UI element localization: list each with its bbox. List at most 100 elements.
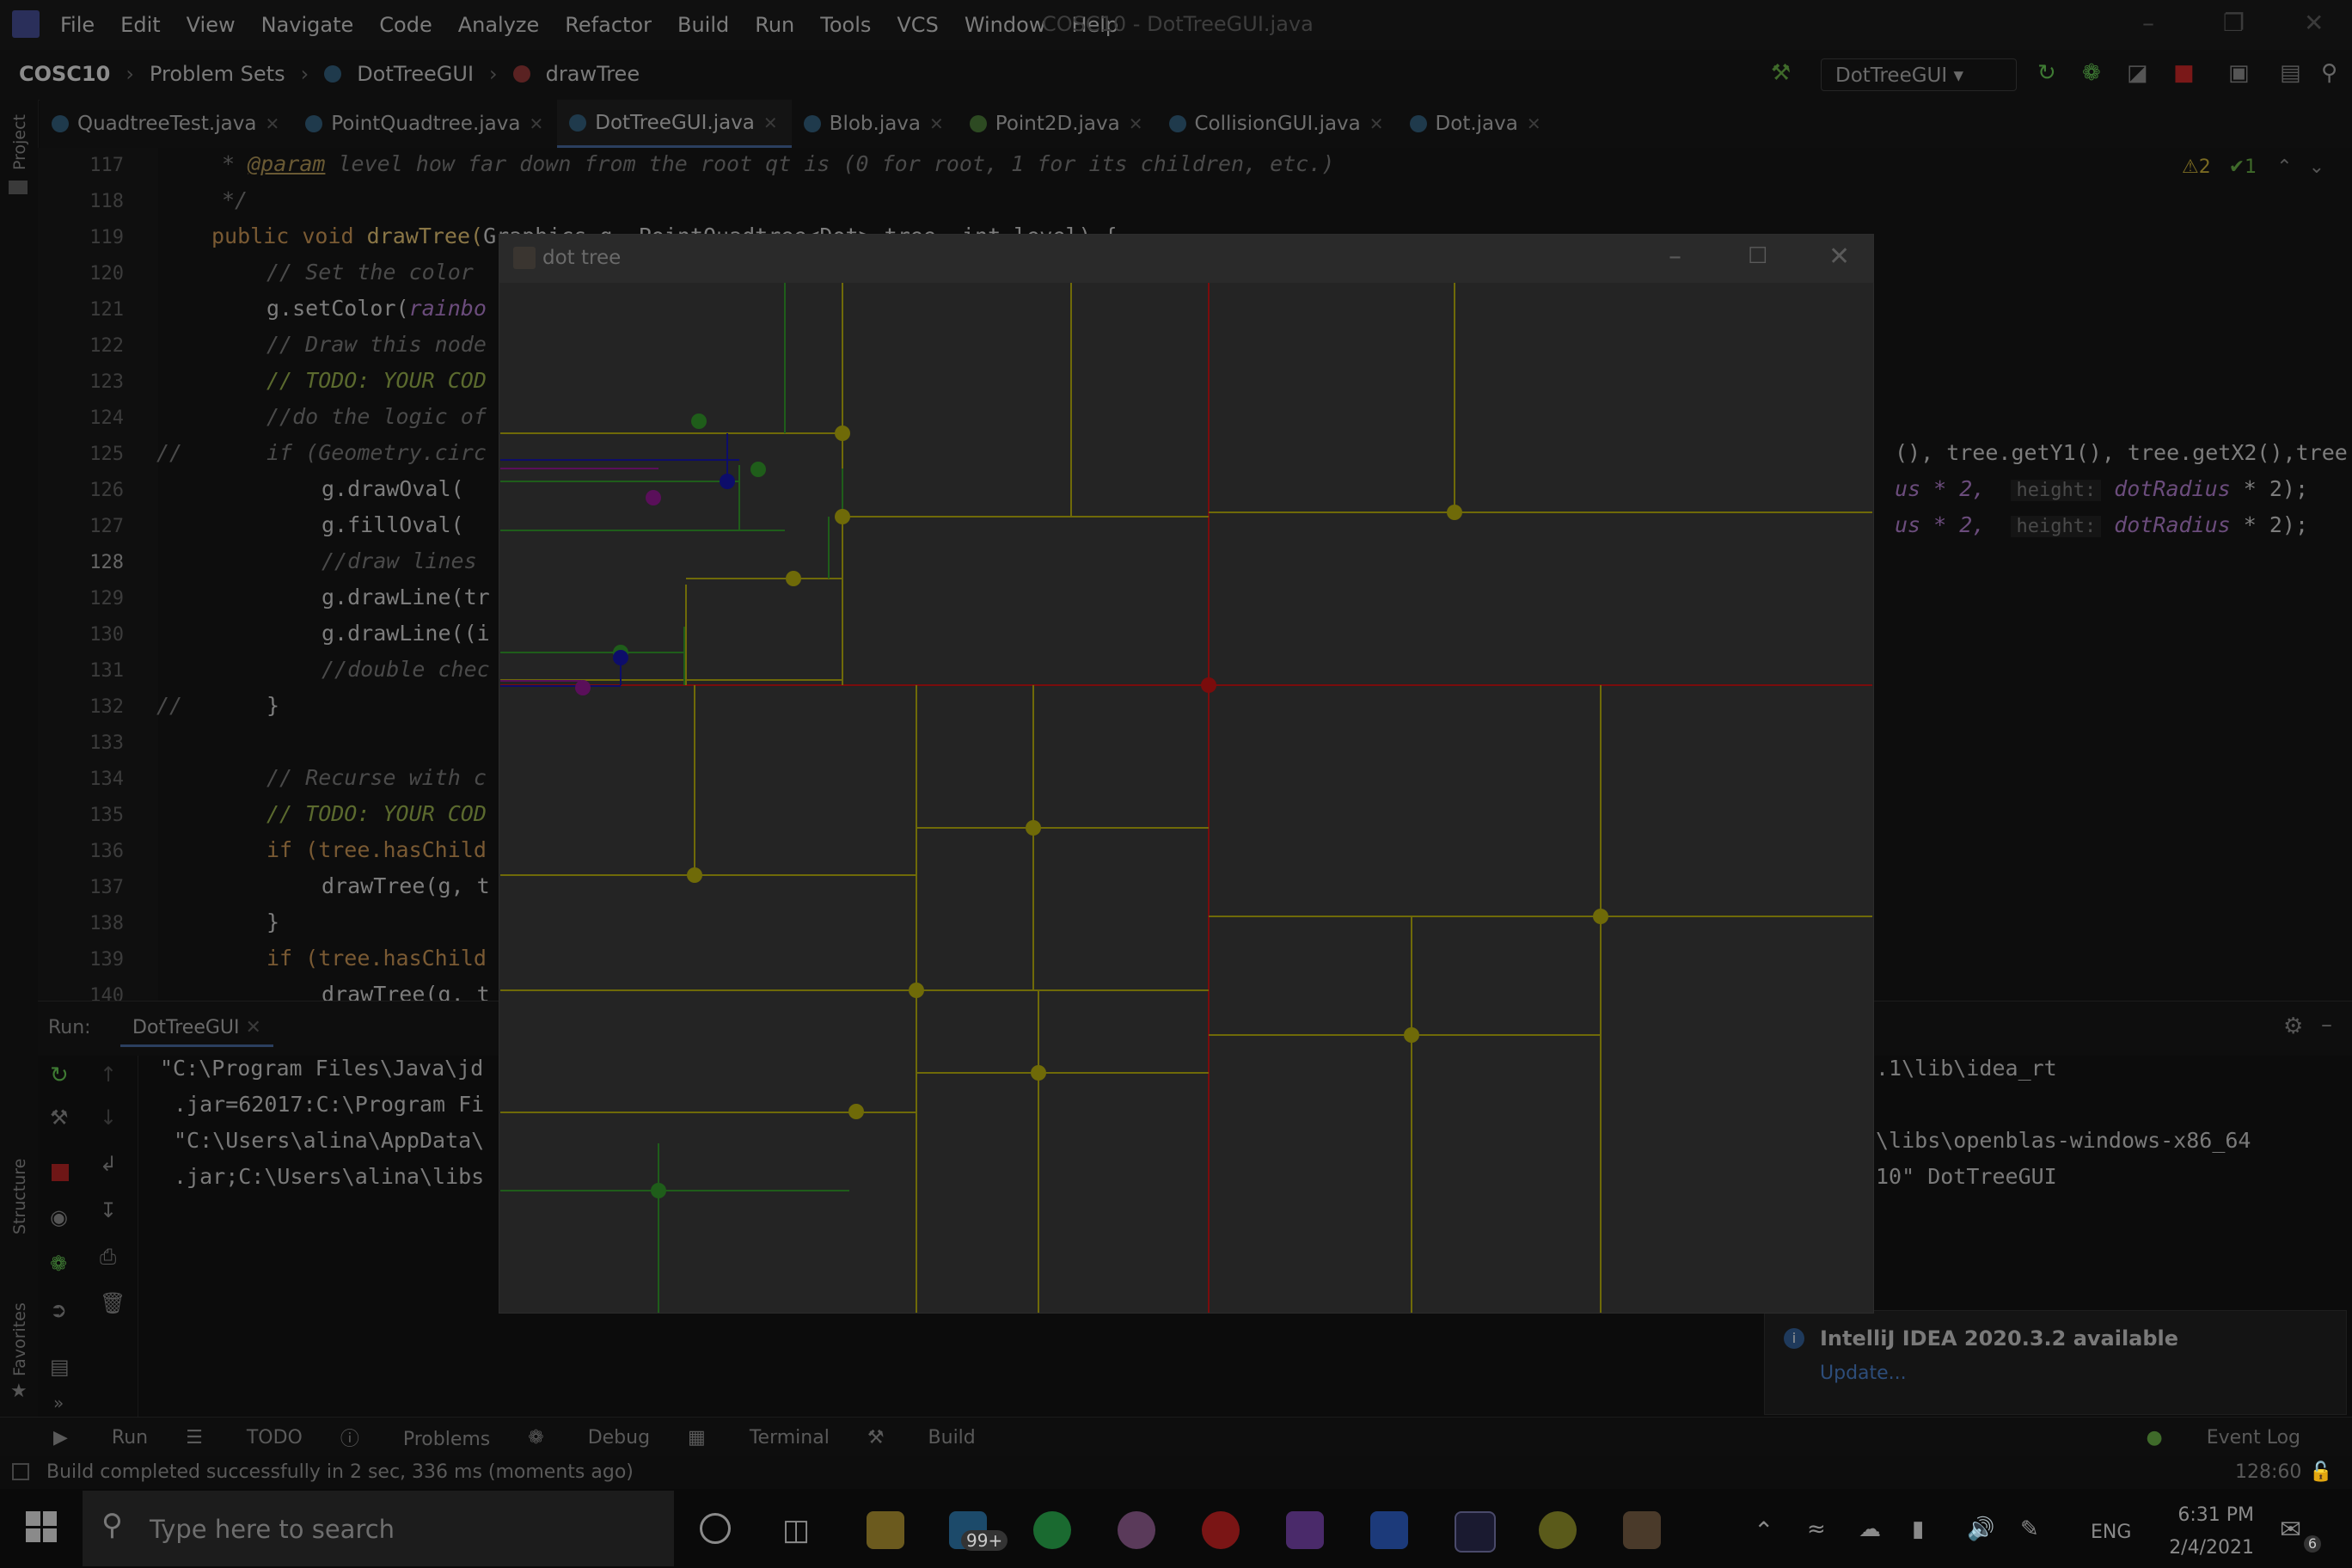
arrow-up-icon[interactable]: ↑	[100, 1063, 117, 1087]
maximize-icon[interactable]: ❐	[2223, 9, 2245, 37]
cortana-icon[interactable]	[700, 1513, 731, 1544]
tool-todo[interactable]: ☰ TODO	[186, 1427, 303, 1449]
close-tab-icon[interactable]: ✕	[265, 113, 279, 134]
camera-icon[interactable]: ◉	[50, 1205, 68, 1229]
show-hidden-icons-icon[interactable]: ⌃	[1754, 1516, 1773, 1545]
tab-blob[interactable]: Blob.java ✕	[792, 100, 958, 148]
menu-item-vcs[interactable]: VCS	[897, 13, 938, 37]
tool-problems[interactable]: ⓘ Problems	[340, 1424, 490, 1451]
pinterest-icon[interactable]	[1202, 1511, 1240, 1549]
onedrive-icon[interactable]: ☁	[1859, 1516, 1881, 1542]
menu-item-refactor[interactable]: Refactor	[565, 13, 652, 37]
tool-run[interactable]: ▶ Run	[53, 1427, 148, 1449]
file-explorer-icon[interactable]	[867, 1511, 904, 1549]
search-everywhere-icon[interactable]: ⚲	[2321, 60, 2337, 86]
close-tab-icon[interactable]: ✕	[763, 113, 778, 133]
java-icon[interactable]	[1623, 1511, 1661, 1549]
menu-item-navigate[interactable]: Navigate	[261, 13, 354, 37]
coverage-icon[interactable]: ◪	[2127, 60, 2148, 86]
tool-event-log[interactable]: ● Event Log	[2108, 1427, 2300, 1449]
menu-item-code[interactable]: Code	[379, 13, 432, 37]
status-toggle-icon[interactable]	[12, 1463, 29, 1480]
stop-icon[interactable]: ■	[2173, 60, 2195, 86]
menu-item-build[interactable]: Build	[677, 13, 729, 37]
intellij-icon[interactable]	[1455, 1511, 1496, 1553]
dot-tree-title-bar[interactable]: dot tree – ☐ ✕	[499, 235, 1873, 283]
project-structure-icon[interactable]: ▣	[2228, 60, 2250, 86]
volume-icon[interactable]: 🔊	[1967, 1516, 1994, 1542]
task-view-icon[interactable]: ◫	[782, 1513, 810, 1547]
breadcrumb-method[interactable]: drawTree	[546, 62, 640, 86]
slack-icon[interactable]	[1118, 1511, 1155, 1549]
settings-gear-icon[interactable]: ⚙	[2283, 1014, 2303, 1039]
tab-dot[interactable]: Dot.java ✕	[1398, 100, 1555, 148]
dot-tree-canvas[interactable]	[500, 283, 1872, 1313]
menu-item-file[interactable]: File	[60, 13, 95, 37]
clock-date[interactable]: 2/4/2021	[2149, 1537, 2254, 1559]
more-icon[interactable]: »	[53, 1393, 64, 1413]
close-tab-icon[interactable]: ✕	[1369, 113, 1384, 134]
lock-icon[interactable]: 🔓	[2309, 1461, 2332, 1483]
breadcrumb-folder[interactable]: Problem Sets	[150, 62, 285, 86]
search-input[interactable]: Type here to search	[150, 1515, 395, 1544]
tool-debug[interactable]: ❁ Debug	[528, 1427, 650, 1449]
debug-bug-icon[interactable]: ❁	[50, 1252, 67, 1276]
menu-item-tools[interactable]: Tools	[820, 13, 871, 37]
chevron-down-icon[interactable]: ⌄	[2309, 156, 2324, 178]
onenote-icon[interactable]	[1286, 1511, 1324, 1549]
wifi-icon[interactable]: ≈	[1807, 1516, 1826, 1542]
print-icon[interactable]: ⎙	[100, 1245, 116, 1269]
menu-item-view[interactable]: View	[187, 13, 236, 37]
arrow-down-icon[interactable]: ↓	[100, 1106, 117, 1130]
tab-collisiongui[interactable]: CollisionGUI.java ✕	[1157, 100, 1398, 148]
menu-item-window[interactable]: Window	[965, 13, 1046, 37]
tool-build[interactable]: ⚒ Build	[867, 1427, 976, 1449]
exit-icon[interactable]: ➲	[50, 1298, 67, 1322]
close-icon[interactable]: ✕	[1828, 242, 1850, 272]
pen-icon[interactable]: ✎	[2020, 1516, 2039, 1542]
close-tab-icon[interactable]: ✕	[529, 113, 543, 134]
menu-item-analyze[interactable]: Analyze	[458, 13, 540, 37]
update-link[interactable]: Update...	[1820, 1363, 1907, 1384]
project-tool-label[interactable]: Project	[10, 114, 29, 170]
taskbar-search[interactable]: ⚲ Type here to search	[83, 1491, 674, 1566]
zoom-icon[interactable]	[1370, 1511, 1408, 1549]
tab-pointquadtree[interactable]: PointQuadtree.java ✕	[293, 100, 557, 148]
rerun-icon[interactable]: ↻	[50, 1063, 69, 1088]
menu-item-edit[interactable]: Edit	[120, 13, 160, 37]
clock-time[interactable]: 6:31 PM	[2159, 1504, 2254, 1526]
menu-item-run[interactable]: Run	[755, 13, 794, 37]
chrome-icon[interactable]	[1539, 1511, 1577, 1549]
run-tab-dottreegui[interactable]: DotTreeGUI ✕	[120, 1012, 273, 1047]
close-tab-icon[interactable]: ✕	[1129, 113, 1143, 134]
close-tab-icon[interactable]: ✕	[246, 1017, 261, 1038]
trash-icon[interactable]: 🗑	[100, 1291, 126, 1315]
soft-wrap-icon[interactable]: ↲	[100, 1152, 117, 1176]
favorites-tool-label[interactable]: Favorites	[10, 1302, 29, 1376]
battery-icon[interactable]: ▮	[1912, 1516, 1924, 1542]
layout-icon[interactable]: ▤	[50, 1355, 70, 1379]
build-hammer-icon[interactable]: ⚒	[1771, 60, 1791, 86]
wrench-icon[interactable]: ⚒	[50, 1106, 69, 1130]
dot-tree-window[interactable]: dot tree – ☐ ✕	[499, 234, 1874, 1314]
breadcrumb-project[interactable]: COSC10	[19, 62, 110, 86]
scroll-to-end-icon[interactable]: ↧	[100, 1198, 117, 1222]
breadcrumb-class[interactable]: DotTreeGUI	[357, 62, 474, 86]
rerun-icon[interactable]: ↻	[2037, 60, 2056, 86]
tab-dottreegui[interactable]: DotTreeGUI.java ✕	[557, 100, 792, 148]
tool-terminal[interactable]: ▦ Terminal	[688, 1427, 830, 1449]
stop-icon[interactable]	[52, 1164, 69, 1181]
spotify-icon[interactable]	[1033, 1511, 1071, 1549]
structure-tool-label[interactable]: Structure	[10, 1159, 29, 1234]
close-tab-icon[interactable]: ✕	[1527, 113, 1541, 134]
windows-start-icon[interactable]	[26, 1511, 57, 1542]
debug-bug-icon[interactable]: ❁	[2082, 60, 2101, 86]
action-center-icon[interactable]: ✉	[2280, 1515, 2301, 1545]
inspection-widget[interactable]: ⚠2 ✔1 ⌃ ⌄	[2182, 156, 2324, 178]
minimize-icon[interactable]: –	[2142, 9, 2154, 37]
close-icon[interactable]: ✕	[2304, 9, 2324, 37]
tab-quadtreetest[interactable]: QuadtreeTest.java ✕	[40, 100, 293, 148]
close-tab-icon[interactable]: ✕	[929, 113, 944, 134]
tab-point2d[interactable]: Point2D.java ✕	[958, 100, 1157, 148]
maximize-icon[interactable]: ☐	[1748, 243, 1767, 269]
